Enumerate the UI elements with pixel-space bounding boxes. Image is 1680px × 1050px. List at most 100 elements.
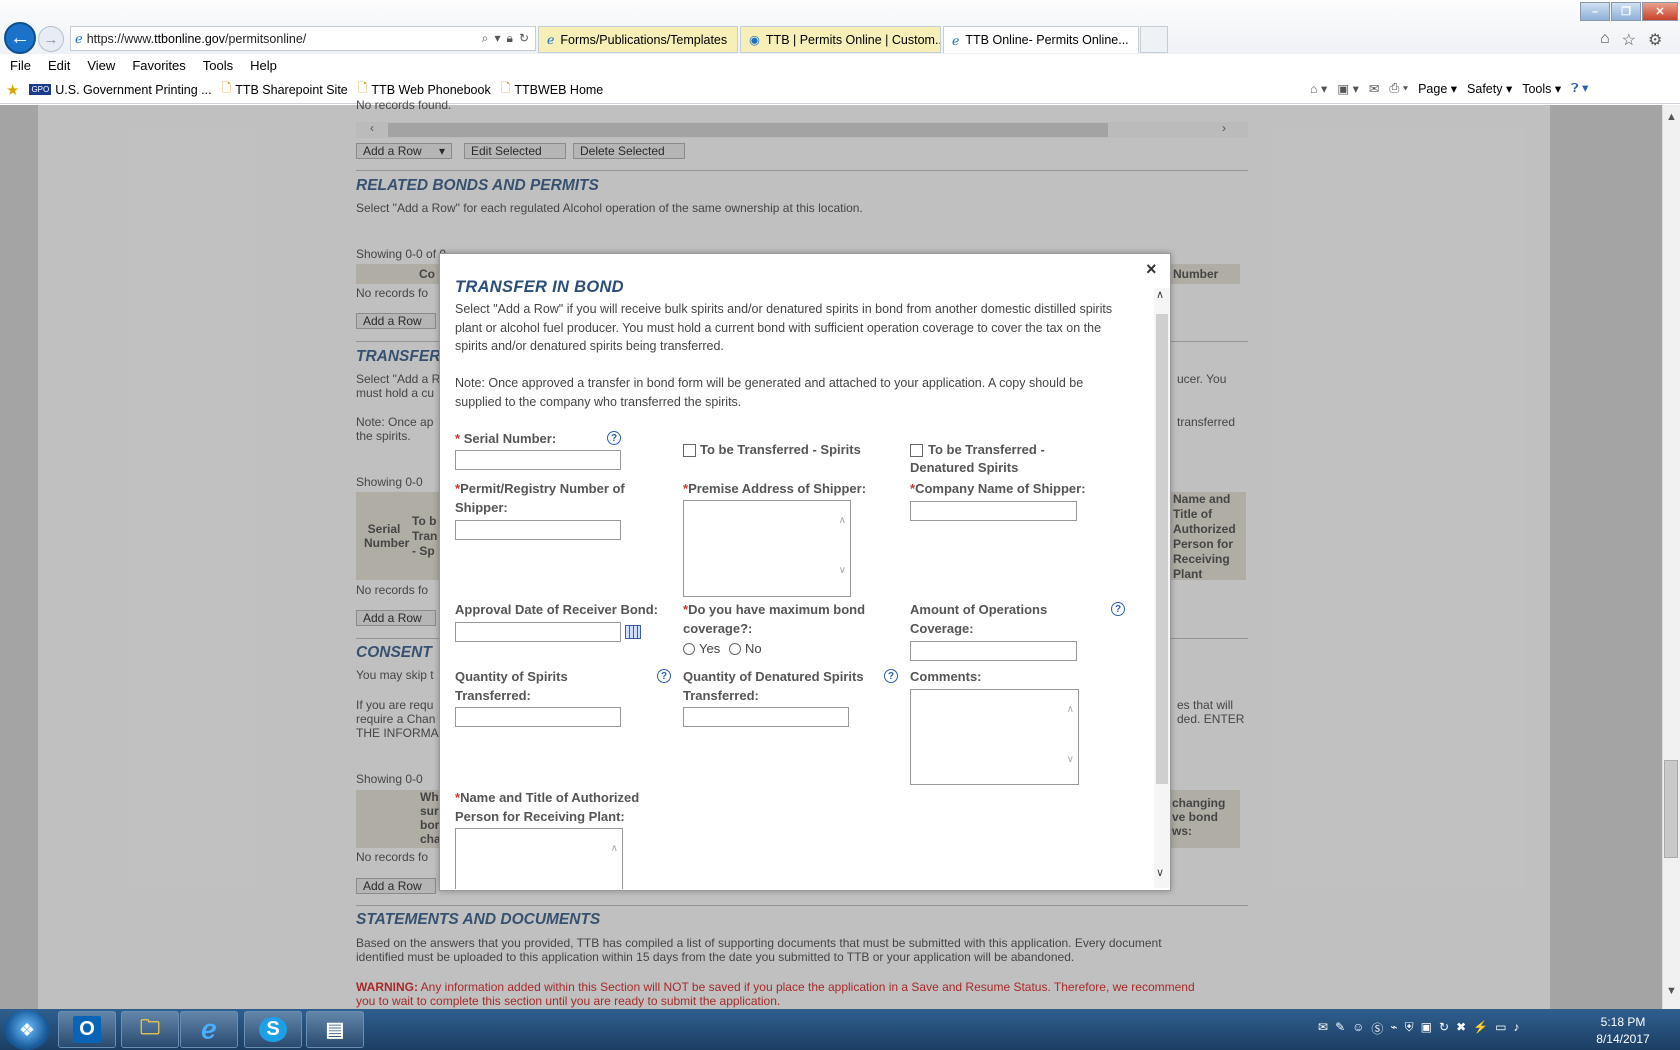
name-title-textarea[interactable]: ∧ [455, 828, 623, 889]
window-restore-button[interactable]: ❐ [1611, 2, 1641, 21]
max-bond-no-radio[interactable] [729, 643, 741, 655]
qty-denatured-input[interactable] [683, 707, 849, 727]
sync-tray-icon[interactable]: ↻ [1439, 1020, 1449, 1037]
network-tray-icon[interactable]: ⌁ [1390, 1020, 1397, 1037]
menu-help[interactable]: Help [250, 58, 277, 73]
ie-icon: ℯ [201, 1014, 217, 1044]
help-icon[interactable]: ? [657, 669, 671, 683]
page-vertical-scrollbar[interactable]: ▲ ▼ [1662, 105, 1680, 1009]
taskbar-app[interactable]: ▤ [306, 1011, 364, 1048]
cmd-safety[interactable]: Safety ▾ [1467, 81, 1512, 96]
app-tray-icon[interactable]: ▣ [1421, 1020, 1432, 1037]
user-tray-icon[interactable]: ☺ [1352, 1020, 1364, 1037]
skype-tray-icon[interactable]: Ⓢ [1371, 1020, 1383, 1037]
start-button[interactable]: ❖ [4, 1010, 50, 1050]
permit-number-input[interactable] [455, 520, 621, 540]
tab-permits-custom[interactable]: ◉ TTB | Permits Online | Custom... [740, 26, 941, 53]
search-icon[interactable]: ⌕ [482, 31, 489, 46]
fav-ttbweb[interactable]: 🗋 TTBWEB Home [501, 79, 604, 100]
menu-tools[interactable]: Tools [203, 58, 233, 73]
scroll-up-icon[interactable]: ∧ [839, 515, 846, 526]
company-name-input[interactable] [910, 501, 1077, 521]
feed-icon[interactable]: ▣ ▾ [1337, 81, 1359, 96]
clock[interactable]: 5:18 PM 8/14/2017 [1588, 1014, 1658, 1048]
taskbar-skype[interactable]: S [244, 1011, 302, 1048]
scroll-down-icon[interactable]: ∨ [1156, 866, 1164, 879]
menu-bar: File Edit View Favorites Tools Help [0, 54, 1680, 76]
print-icon[interactable]: ⎙ ▾ [1389, 81, 1408, 96]
fav-label: TTBWEB Home [514, 82, 604, 97]
back-button[interactable]: ← [4, 22, 36, 54]
home-icon[interactable]: ⌂ ▾ [1310, 81, 1327, 96]
refresh-icon[interactable]: ↻ [519, 31, 529, 46]
speaker-tray-icon[interactable]: ♪ [1513, 1020, 1519, 1037]
favorites-star-icon[interactable]: ★ [6, 81, 19, 99]
permit-number-label: Shipper: [455, 500, 508, 515]
window-minimize-button[interactable]: – [1580, 2, 1610, 21]
tab-close-icon[interactable]: ✕ [1137, 33, 1138, 48]
power-tray-icon[interactable]: ⚡ [1473, 1020, 1488, 1037]
page-scrollbar-thumb[interactable] [1664, 760, 1678, 858]
qty-spirits-input[interactable] [455, 707, 621, 727]
taskbar-outlook[interactable]: O [58, 1011, 116, 1048]
menu-file[interactable]: File [10, 58, 31, 73]
calendar-icon[interactable] [625, 625, 641, 639]
to-be-transferred-denatured-checkbox[interactable] [910, 444, 923, 457]
mail-icon[interactable]: ✉ [1369, 81, 1379, 96]
pen-tray-icon[interactable]: ✎ [1335, 1020, 1345, 1037]
premise-address-textarea[interactable]: ∧ ∨ [683, 500, 851, 597]
gear-icon[interactable]: ⚙ [1648, 30, 1662, 50]
new-tab-button[interactable] [1140, 26, 1168, 53]
cmd-page[interactable]: Page ▾ [1418, 81, 1457, 96]
scroll-up-icon[interactable]: ∧ [611, 843, 618, 854]
tab-forms[interactable]: ℯ Forms/Publications/Templates [538, 26, 738, 53]
display-tray-icon[interactable]: ▭ [1495, 1020, 1506, 1037]
shield-tray-icon[interactable]: ⛨ [1405, 1020, 1414, 1037]
amount-coverage-input[interactable] [910, 641, 1077, 661]
dialog-scrollbar-thumb[interactable] [1156, 314, 1168, 784]
dropdown-icon[interactable]: ▾ [495, 31, 501, 46]
comments-textarea[interactable]: ∧ ∨ [910, 689, 1079, 785]
taskbar-internet-explorer[interactable]: ℯ [180, 1011, 238, 1048]
scroll-down-icon[interactable]: ∨ [839, 565, 846, 576]
home-icon[interactable]: ⌂ [1600, 30, 1610, 50]
lock-icon[interactable]: 🔒︎ [507, 31, 513, 46]
menu-view[interactable]: View [87, 58, 115, 73]
approval-date-input[interactable] [455, 622, 621, 642]
arrow-left-icon: ← [10, 26, 30, 49]
dialog-desc: Select "Add a Row" if you will receive b… [455, 302, 1113, 316]
window-close-button[interactable]: ✕ [1642, 2, 1678, 21]
clock-time: 5:18 PM [1600, 1015, 1646, 1029]
outlook-tray-icon[interactable]: ✉ [1318, 1020, 1328, 1037]
help-icon[interactable]: ? [607, 431, 621, 445]
scroll-up-icon[interactable]: ▲ [1666, 111, 1677, 123]
fav-phonebook[interactable]: 🗋 TTB Web Phonebook [358, 79, 491, 100]
dialog-title: TRANSFER IN BOND [455, 278, 624, 296]
scroll-up-icon[interactable]: ∧ [1067, 704, 1074, 715]
help-icon[interactable]: ❓︎ ▾ [1571, 80, 1588, 96]
forward-button[interactable]: → [38, 26, 64, 52]
taskbar-explorer[interactable]: 🗀︎ [121, 1011, 179, 1048]
star-icon[interactable]: ☆ [1622, 30, 1636, 50]
to-be-transferred-spirits-checkbox[interactable] [683, 444, 696, 457]
menu-edit[interactable]: Edit [48, 58, 70, 73]
close-icon[interactable]: × [1146, 259, 1157, 280]
command-bar: ⌂ ▾ ▣ ▾ ✉ ⎙ ▾ Page ▾ Safety ▾ Tools ▾ ❓︎… [1310, 80, 1588, 96]
qty-spirits-label: Quantity of Spirits [455, 669, 568, 684]
scroll-up-icon[interactable]: ∧ [1156, 288, 1164, 301]
help-icon[interactable]: ? [884, 669, 898, 683]
serial-number-input[interactable] [455, 450, 621, 470]
max-bond-yes-radio[interactable] [683, 643, 695, 655]
fav-gpo[interactable]: GPO U.S. Government Printing ... [29, 83, 212, 97]
scroll-down-icon[interactable]: ▼ [1666, 985, 1677, 997]
permit-number-label: *Permit/Registry Number of [455, 481, 625, 496]
cmd-tools[interactable]: Tools ▾ [1522, 81, 1561, 96]
nx-tray-icon[interactable]: ✖ [1456, 1020, 1466, 1037]
ie-page-icon: ℯ [952, 33, 960, 48]
address-bar[interactable]: ℯ https://www. ttbonline.gov/permitsonlin… [70, 26, 536, 51]
fav-sharepoint[interactable]: 🗋 TTB Sharepoint Site [222, 79, 348, 100]
help-icon[interactable]: ? [1111, 602, 1125, 616]
scroll-down-icon[interactable]: ∨ [1067, 754, 1074, 765]
tab-permits-online[interactable]: ℯ TTB Online- Permits Online... ✕ [943, 26, 1139, 53]
menu-favorites[interactable]: Favorites [132, 58, 185, 73]
